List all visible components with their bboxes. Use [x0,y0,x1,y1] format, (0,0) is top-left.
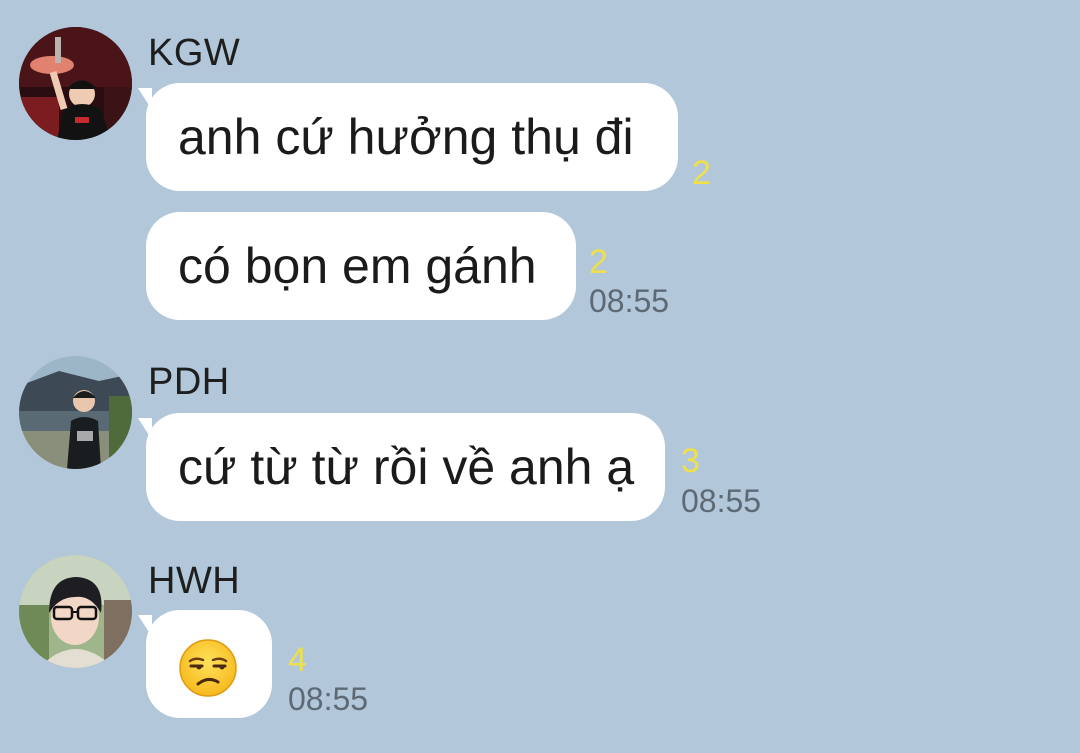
message-text: anh cứ hưởng thụ đi [178,109,634,165]
chat-message-list: KGW anh cứ hưởng thụ đi 2 có bọn em gánh… [0,0,1080,753]
unamused-face-emoji [179,639,237,697]
avatar-kgw[interactable] [19,27,132,140]
sender-name-hwh: HWH [148,560,241,602]
message-timestamp: 08:55 [589,283,670,319]
avatar-hwh-image [19,555,132,668]
avatar-hwh[interactable] [19,555,132,668]
message-text: cứ từ từ rồi về anh ạ [178,439,635,495]
message-text: có bọn em gánh [178,238,537,294]
message-bubble[interactable] [146,610,272,718]
avatar-pdh[interactable] [19,356,132,469]
message-bubble[interactable]: anh cứ hưởng thụ đi [146,83,678,191]
message-bubble[interactable]: có bọn em gánh [146,212,576,320]
avatar-pdh-image [19,356,132,469]
sender-name-kgw: KGW [148,32,241,74]
message-timestamp: 08:55 [288,681,369,717]
unread-count: 2 [692,154,711,192]
sender-name-pdh: PDH [148,361,230,403]
unread-count: 3 [681,442,700,480]
avatar-kgw-image [19,27,132,140]
unread-count: 4 [288,641,307,679]
message-bubble[interactable]: cứ từ từ rồi về anh ạ [146,413,665,521]
message-timestamp: 08:55 [681,483,762,519]
unread-count: 2 [589,243,608,281]
